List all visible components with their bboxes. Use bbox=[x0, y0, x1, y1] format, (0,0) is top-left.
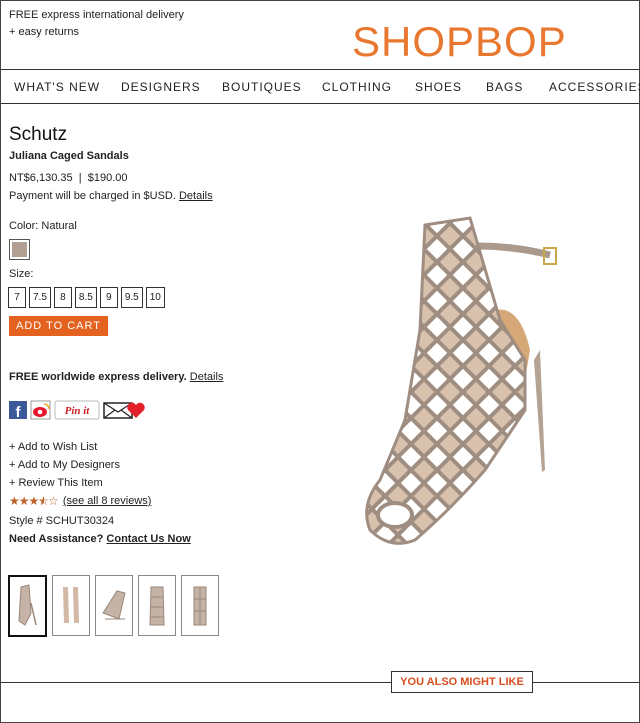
facebook-icon[interactable]: f bbox=[9, 401, 27, 421]
free-delivery-text: FREE worldwide express delivery. bbox=[9, 371, 187, 383]
product-price: NT$6,130.35 | $190.00 bbox=[9, 172, 127, 184]
promo-line-1: FREE express international delivery bbox=[9, 9, 184, 21]
size-label: Size: bbox=[9, 268, 34, 280]
usd-note: Payment will be charged in $USD. Details bbox=[9, 190, 213, 202]
nav-shoes[interactable]: SHOES bbox=[415, 80, 462, 94]
color-swatch-natural[interactable] bbox=[9, 239, 30, 260]
need-assistance: Need Assistance? Contact Us Now bbox=[9, 533, 191, 545]
nav-clothing[interactable]: CLOTHING bbox=[322, 80, 392, 94]
nav-whats-new[interactable]: WHAT'S NEW bbox=[14, 80, 100, 94]
you-also-might-like-tab[interactable]: YOU ALSO MIGHT LIKE bbox=[391, 671, 533, 693]
see-all-reviews-link[interactable]: (see all 8 reviews) bbox=[63, 495, 152, 507]
review-item-link[interactable]: + Review This Item bbox=[9, 474, 120, 492]
promo-line-2: + easy returns bbox=[9, 26, 80, 38]
size-selector: 7 7.5 8 8.5 9 9.5 10 bbox=[8, 287, 165, 308]
contact-us-link[interactable]: Contact Us Now bbox=[106, 533, 190, 545]
assist-label: Need Assistance? bbox=[9, 533, 104, 545]
thumbnail-image[interactable] bbox=[52, 575, 90, 636]
size-option[interactable]: 8.5 bbox=[74, 287, 97, 308]
size-option[interactable]: 7.5 bbox=[29, 287, 51, 308]
product-image[interactable] bbox=[320, 210, 580, 565]
add-to-my-designers-link[interactable]: + Add to My Designers bbox=[9, 456, 120, 474]
nav-designers[interactable]: DESIGNERS bbox=[121, 80, 201, 94]
rating-row: ★★★☆★☆ (see all 8 reviews) bbox=[9, 494, 151, 508]
email-icon[interactable] bbox=[103, 402, 133, 419]
thumbnail-image[interactable] bbox=[181, 575, 219, 636]
style-number: Style # SCHUT30324 bbox=[9, 515, 115, 527]
thumbnail-image[interactable] bbox=[138, 575, 176, 636]
thumbnail-strip bbox=[8, 575, 219, 637]
divider bbox=[1, 682, 639, 683]
free-delivery-note: FREE worldwide express delivery. Details bbox=[9, 371, 223, 383]
promo-banner: FREE express international delivery + ea… bbox=[9, 7, 184, 41]
free-delivery-details-link[interactable]: Details bbox=[190, 371, 224, 383]
weibo-icon[interactable] bbox=[30, 400, 51, 420]
price-separator: | bbox=[78, 172, 82, 184]
shopbop-logo[interactable]: SHOPBOP bbox=[352, 18, 567, 66]
size-option[interactable]: 10 bbox=[145, 287, 165, 308]
price-usd: $190.00 bbox=[87, 172, 128, 184]
star-rating: ★★★☆★☆ bbox=[9, 494, 59, 508]
nav-bags[interactable]: BAGS bbox=[486, 80, 523, 94]
thumbnail-image[interactable] bbox=[8, 575, 47, 637]
item-actions: + Add to Wish List + Add to My Designers… bbox=[9, 438, 120, 492]
swatch-fill bbox=[12, 242, 27, 257]
thumbnail-image[interactable] bbox=[95, 575, 133, 636]
size-option[interactable]: 9.5 bbox=[120, 287, 143, 308]
nav-boutiques[interactable]: BOUTIQUES bbox=[222, 80, 302, 94]
price-local: NT$6,130.35 bbox=[9, 172, 73, 184]
pinit-label: Pin it bbox=[65, 405, 91, 417]
size-option[interactable]: 7 bbox=[8, 287, 26, 308]
size-option[interactable]: 8 bbox=[53, 287, 72, 308]
social-share: f Pin it bbox=[9, 400, 149, 421]
product-brand[interactable]: Schutz bbox=[9, 124, 67, 146]
add-to-cart-button[interactable]: ADD TO CART bbox=[9, 316, 108, 336]
size-option[interactable]: 9 bbox=[99, 287, 118, 308]
nav-accessories[interactable]: ACCESSORIES bbox=[549, 80, 640, 94]
main-nav: WHAT'S NEW DESIGNERS BOUTIQUES CLOTHING … bbox=[1, 69, 640, 104]
usd-note-text: Payment will be charged in $USD. bbox=[9, 190, 176, 202]
add-to-wish-list-link[interactable]: + Add to Wish List bbox=[9, 438, 120, 456]
product-name: Juliana Caged Sandals bbox=[9, 150, 129, 162]
usd-details-link[interactable]: Details bbox=[179, 190, 213, 202]
color-label: Color: Natural bbox=[9, 220, 77, 232]
pinterest-icon[interactable]: Pin it bbox=[54, 400, 100, 420]
